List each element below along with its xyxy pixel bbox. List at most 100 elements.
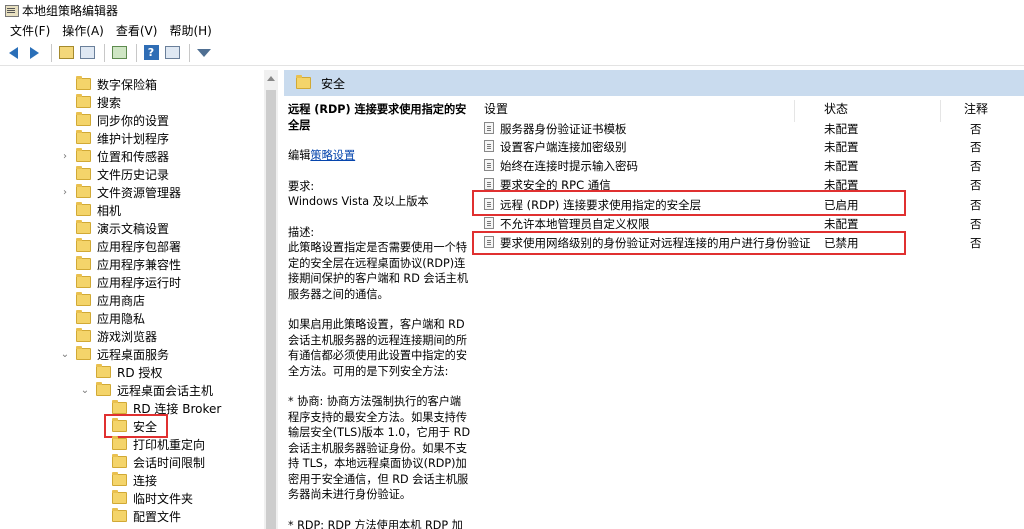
tree-item[interactable]: 应用程序包部署 bbox=[76, 237, 181, 255]
group-policy-editor-window: 本地组策略编辑器 文件(F) 操作(A) 查看(V) 帮助(H) ? 数字保险箱… bbox=[0, 0, 1024, 529]
details-header-title: 安全 bbox=[321, 76, 346, 91]
tree-expander-icon[interactable]: › bbox=[60, 187, 70, 198]
setting-state: 未配置 bbox=[824, 122, 859, 136]
column-header-note[interactable]: 注释 bbox=[964, 100, 988, 117]
folder-icon bbox=[112, 490, 127, 504]
folder-icon bbox=[76, 130, 91, 144]
tree-item[interactable]: ⌄ 远程桌面会话主机 bbox=[81, 381, 213, 399]
list-header: 设置 状态 注释 bbox=[478, 96, 1024, 122]
highlight-box-enabled-setting bbox=[472, 190, 906, 216]
scroll-up-icon[interactable] bbox=[267, 76, 275, 81]
filter-button[interactable] bbox=[195, 44, 213, 62]
menu-view[interactable]: 查看(V) bbox=[110, 22, 164, 39]
description-para-4: * RDP: RDP 方法使用本机 RDP 加密 bbox=[288, 518, 463, 529]
tree-item[interactable]: 游戏浏览器 bbox=[76, 327, 157, 345]
up-folder-button[interactable] bbox=[57, 44, 75, 62]
setting-row[interactable]: 始终在连接时提示输入密码 未配置 否 bbox=[478, 155, 1024, 174]
setting-row[interactable]: 设置客户端连接加密级别 未配置 否 bbox=[478, 136, 1024, 155]
settings-list: 设置 状态 注释 服务器身份验证证书模板 未配置否设置客户端连接加密级别 未配置否始… bbox=[478, 96, 1024, 529]
toolbar: ? bbox=[0, 40, 1024, 66]
details-header: 安全 bbox=[284, 70, 1024, 96]
toolbar-separator bbox=[104, 43, 105, 62]
export-button[interactable] bbox=[110, 44, 128, 62]
show-hide-tree-icon bbox=[79, 46, 95, 59]
properties-button[interactable] bbox=[163, 44, 181, 62]
folder-icon bbox=[76, 292, 91, 306]
tree-item-label: 相机 bbox=[97, 203, 122, 218]
menu-action[interactable]: 操作(A) bbox=[56, 22, 110, 39]
tree-item-label: 文件历史记录 bbox=[97, 167, 170, 182]
export-icon bbox=[111, 46, 127, 59]
tree-item-label: 应用商店 bbox=[97, 293, 146, 308]
tree-item-label: 应用程序兼容性 bbox=[97, 257, 182, 272]
tree-item[interactable]: › 位置和传感器 bbox=[63, 147, 169, 165]
folder-icon bbox=[76, 94, 91, 108]
forward-button[interactable] bbox=[25, 44, 43, 62]
back-button[interactable] bbox=[4, 44, 22, 62]
menu-file[interactable]: 文件(F) bbox=[4, 22, 56, 39]
setting-state: 未配置 bbox=[824, 217, 859, 231]
tree-item[interactable]: RD 授权 bbox=[96, 363, 162, 381]
tree-item[interactable]: 应用程序运行时 bbox=[76, 273, 181, 291]
description-para-3: * 协商: 协商方法强制执行的客户端程序支持的最安全方法。如果支持传输层安全(T… bbox=[288, 395, 471, 501]
edit-policy-link[interactable]: 策略设置 bbox=[310, 149, 355, 162]
description: 描述: 此策略设置指定是否需要使用一个特定的安全层在远程桌面协议(RDP)连接期… bbox=[288, 225, 472, 303]
tree-item[interactable]: 应用商店 bbox=[76, 291, 145, 309]
folder-icon bbox=[76, 256, 91, 270]
back-icon bbox=[8, 46, 18, 59]
tree-item[interactable]: 文件历史记录 bbox=[76, 165, 169, 183]
tree-item[interactable]: 演示文稿设置 bbox=[76, 219, 169, 237]
setting-name: 设置客户端连接加密级别 bbox=[500, 140, 627, 154]
setting-row[interactable]: 服务器身份验证证书模板 未配置 否 bbox=[478, 118, 1024, 137]
tree-expander-icon[interactable]: ⌄ bbox=[60, 349, 70, 360]
tree-item[interactable]: 应用程序兼容性 bbox=[76, 255, 181, 273]
column-header-state[interactable]: 状态 bbox=[824, 100, 848, 117]
folder-icon bbox=[96, 382, 111, 396]
filter-icon bbox=[197, 48, 211, 57]
policy-setting-icon bbox=[484, 140, 494, 152]
folder-icon bbox=[76, 76, 91, 90]
folder-icon bbox=[76, 202, 91, 216]
toolbar-separator bbox=[51, 43, 52, 62]
menu-help[interactable]: 帮助(H) bbox=[163, 22, 217, 39]
navigation-tree: 数字保险箱 搜索同步你的设置 维护计划程序 › 位置和传感器文件历史记录 › 文件资源管理器… bbox=[0, 70, 278, 529]
setting-note: 否 bbox=[970, 122, 982, 136]
tree-item[interactable]: 打印机重定向 bbox=[112, 435, 205, 453]
scrollbar-thumb[interactable] bbox=[266, 90, 276, 529]
tree-item[interactable]: 临时文件夹 bbox=[112, 489, 193, 507]
tree-item[interactable]: ⌄ 远程桌面服务 bbox=[61, 345, 169, 363]
tree-item[interactable]: 搜索 bbox=[76, 93, 121, 111]
folder-icon bbox=[112, 436, 127, 450]
tree-item[interactable]: 应用隐私 bbox=[76, 309, 145, 327]
tree-item[interactable]: › 文件资源管理器 bbox=[63, 183, 182, 201]
tree-expander-icon[interactable]: ⌄ bbox=[80, 385, 90, 396]
tree-item-label: 同步你的设置 bbox=[97, 113, 170, 128]
toolbar-separator bbox=[136, 43, 137, 62]
column-header-setting[interactable]: 设置 bbox=[484, 100, 508, 117]
setting-name: 始终在连接时提示输入密码 bbox=[500, 159, 638, 173]
tree-item[interactable]: 数字保险箱 bbox=[76, 75, 157, 93]
tree-item[interactable]: 会话时间限制 bbox=[112, 453, 205, 471]
policy-setting-icon bbox=[484, 122, 494, 134]
tree-item[interactable]: 维护计划程序 bbox=[76, 129, 169, 147]
description-para-2: 如果启用此策略设置，客户端和 RD 会话主机服务器的远程连接期间的所有通信都必须… bbox=[288, 318, 468, 378]
show-hide-tree-button[interactable] bbox=[78, 44, 96, 62]
tree-scrollbar[interactable] bbox=[264, 70, 278, 529]
setting-note: 否 bbox=[970, 236, 982, 250]
tree-item[interactable]: 配置文件 bbox=[112, 507, 181, 525]
tree-item[interactable]: 连接 bbox=[112, 471, 157, 489]
setting-name: 不允许本地管理员自定义权限 bbox=[500, 217, 650, 231]
tree-item-label: 文件资源管理器 bbox=[97, 185, 182, 200]
menu-bar: 文件(F) 操作(A) 查看(V) 帮助(H) bbox=[0, 20, 1024, 40]
edit-policy-line: 编辑策略设置 bbox=[288, 148, 472, 164]
requirements-label: 要求: bbox=[288, 179, 315, 193]
help-button[interactable]: ? bbox=[142, 44, 160, 62]
requirements-value: Windows Vista 及以上版本 bbox=[288, 195, 429, 208]
folder-icon bbox=[76, 166, 91, 180]
tree-expander-icon[interactable]: › bbox=[60, 151, 70, 162]
tree-item[interactable]: 同步你的设置 bbox=[76, 111, 169, 129]
tree-item[interactable]: 相机 bbox=[76, 201, 121, 219]
folder-icon bbox=[112, 472, 127, 486]
setting-note: 否 bbox=[970, 159, 982, 173]
folder-icon bbox=[76, 238, 91, 252]
